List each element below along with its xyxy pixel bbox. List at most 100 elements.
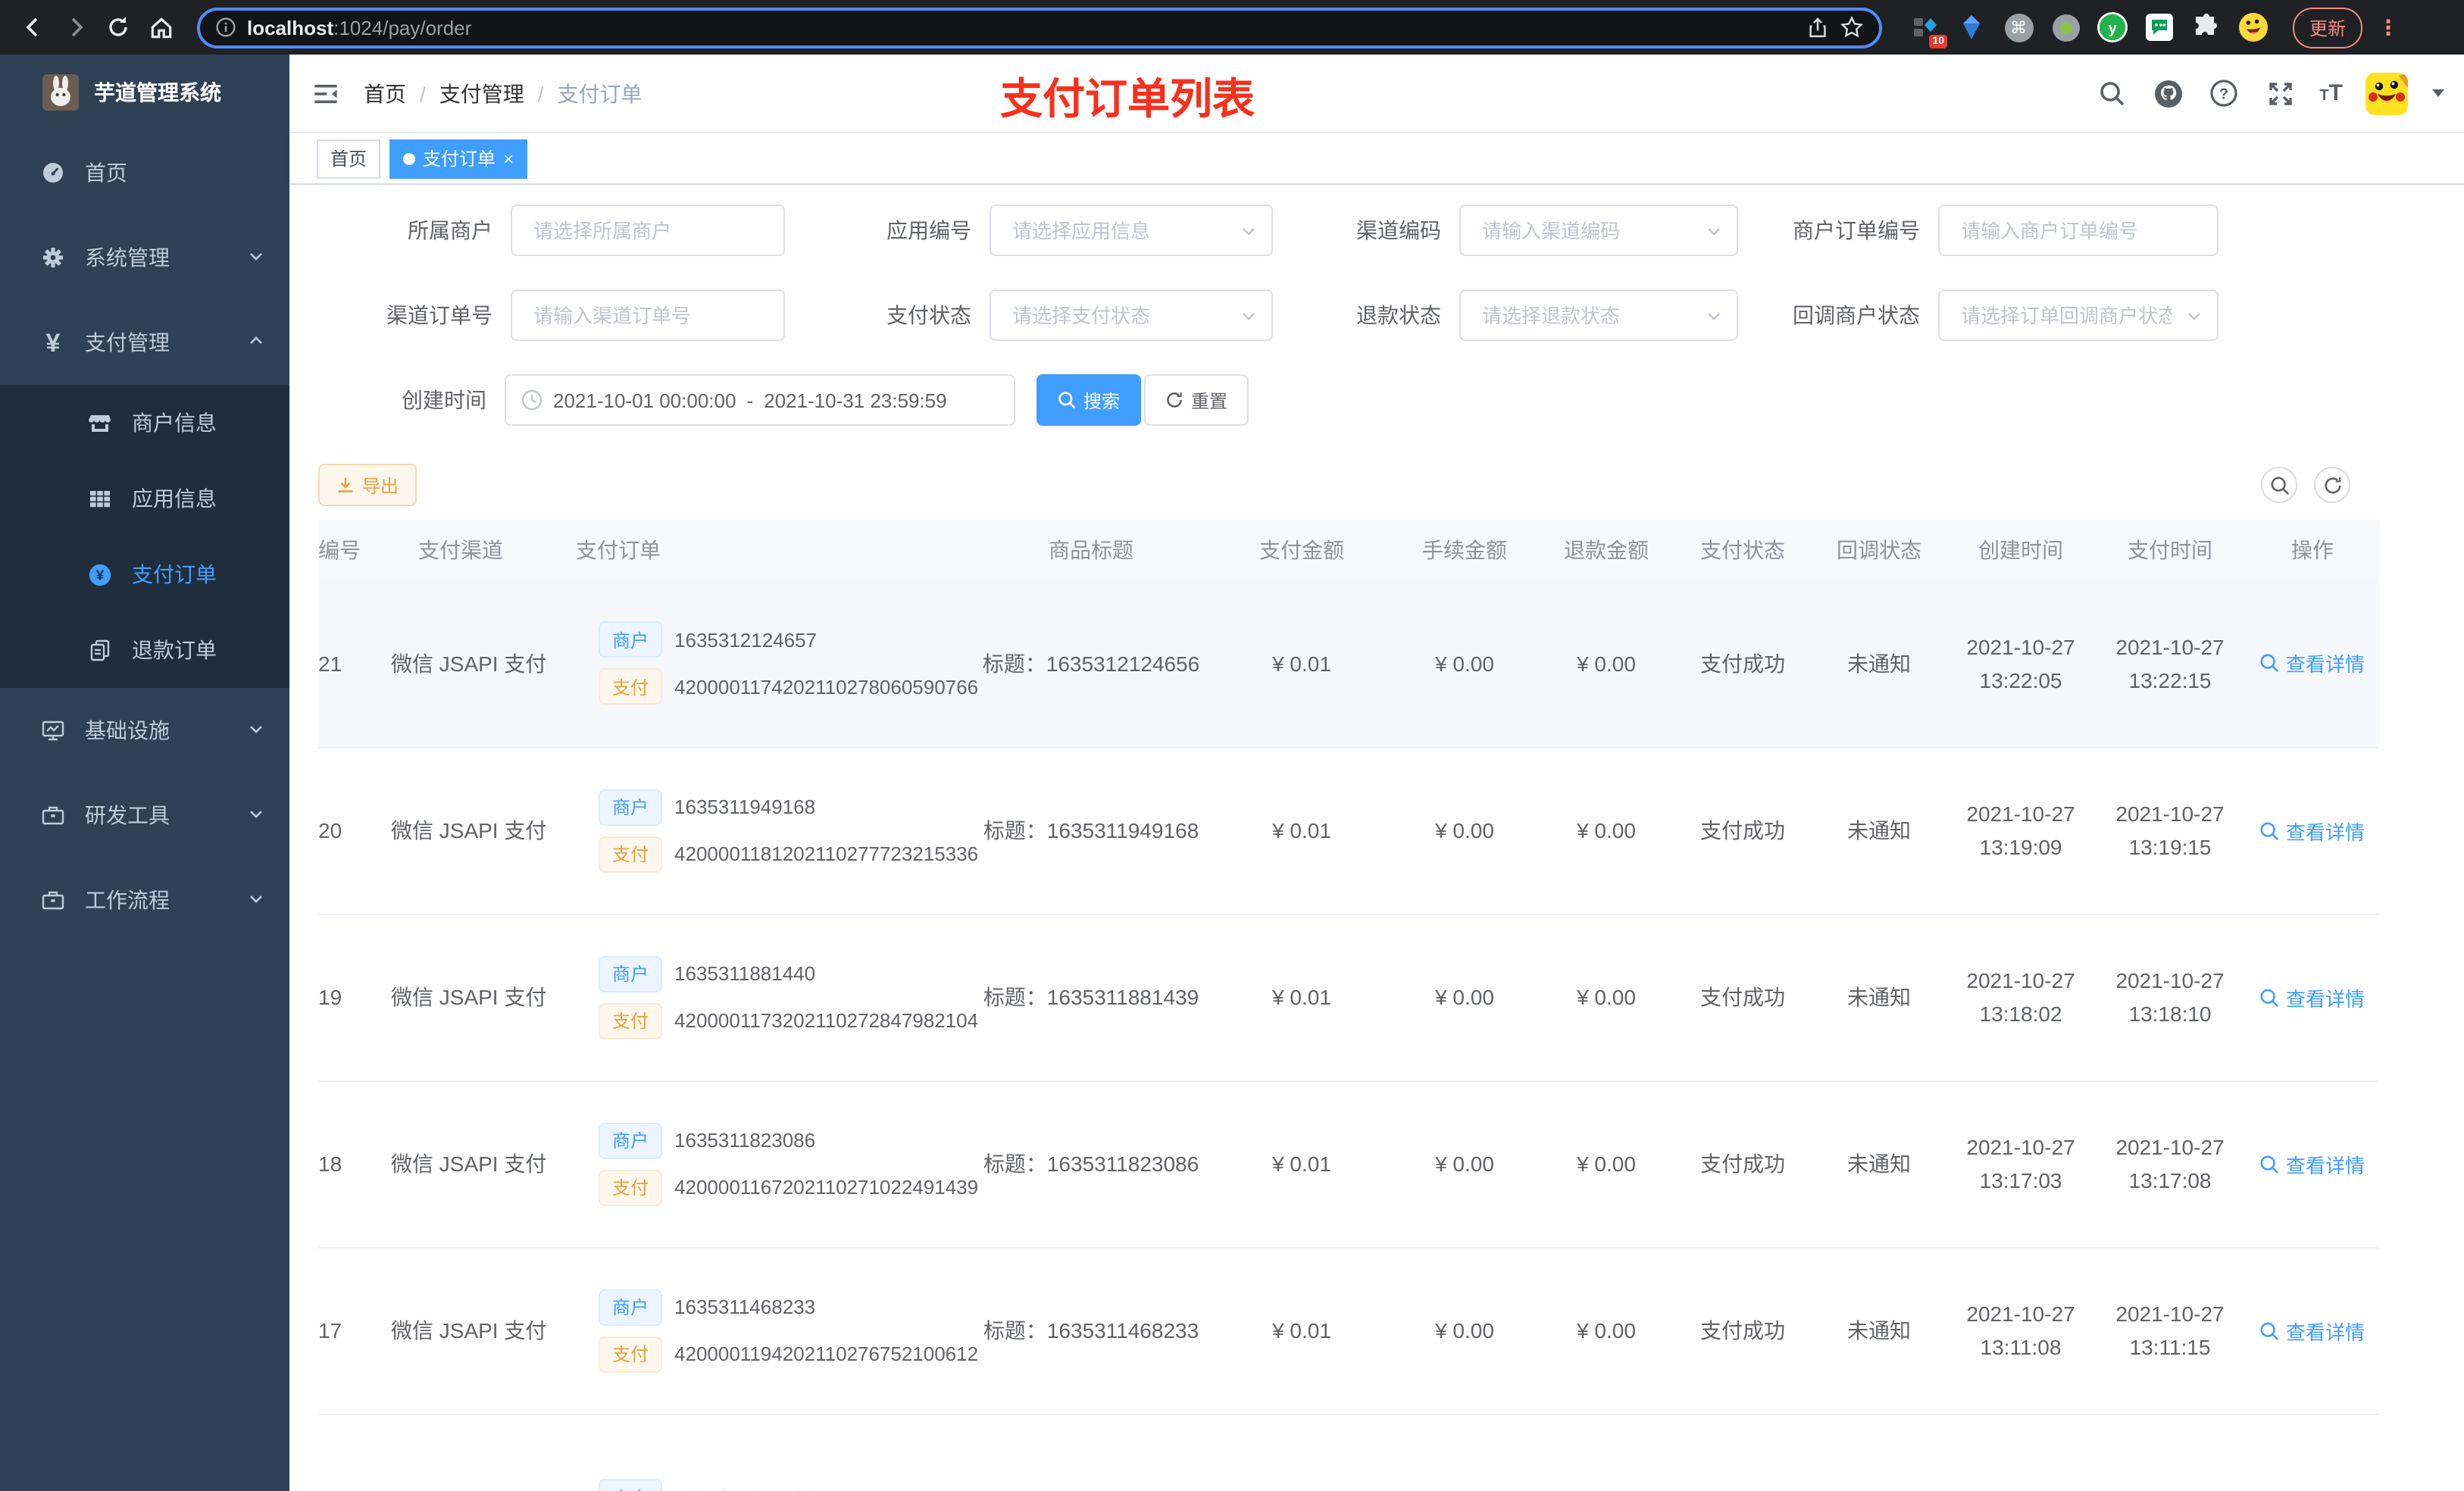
filter-channel-order-no: 渠道订单号 xyxy=(383,289,785,341)
extensions-puzzle-icon[interactable] xyxy=(2191,12,2222,42)
date-end: 2021-10-31 23:59:59 xyxy=(764,389,947,411)
extension-gem-icon[interactable] xyxy=(1956,12,1987,42)
breadcrumb-current: 支付订单 xyxy=(557,81,643,105)
cell-channel: 微信 JSAPI 支付 xyxy=(391,818,547,842)
view-detail-link[interactable]: 查看详情 xyxy=(2260,1316,2365,1345)
fullscreen-icon[interactable] xyxy=(2263,77,2297,110)
svg-text:¥: ¥ xyxy=(96,567,105,583)
date-range-picker[interactable]: 2021-10-01 00:00:00 - 2021-10-31 23:59:5… xyxy=(505,374,1015,426)
sidebar-item-home[interactable]: 首页 xyxy=(0,130,289,215)
payment-submenu: 商户信息 应用信息 ¥ 支付订单 退款订单 xyxy=(0,385,289,688)
merchant-order-no-input[interactable] xyxy=(1938,205,2219,256)
view-detail-link[interactable]: 查看详情 xyxy=(2260,816,2365,845)
app-no-select[interactable] xyxy=(990,205,1273,256)
search-button[interactable]: 搜索 xyxy=(1037,374,1142,426)
view-detail-link[interactable]: 查看详情 xyxy=(2260,649,2365,678)
user-avatar[interactable] xyxy=(2366,72,2408,114)
cell-channel xyxy=(391,1414,530,1491)
pay-tag: 支付 xyxy=(599,1336,663,1372)
filter-create-time: 创建时间 2021-10-01 00:00:00 - 2021-10-31 23… xyxy=(399,374,1015,426)
navbar-actions: ? TT xyxy=(2095,72,2446,114)
sidebar-collapse-icon[interactable] xyxy=(312,80,339,107)
dashboard-icon xyxy=(41,161,65,185)
sidebar-item-label: 首页 xyxy=(85,161,127,185)
extension-recorder-icon[interactable] xyxy=(2050,12,2081,42)
export-button[interactable]: 导出 xyxy=(318,464,417,506)
column-header: 商品标题 xyxy=(1049,538,1134,562)
sidebar-item-workflow[interactable]: 工作流程 xyxy=(0,858,289,942)
refund-status-select[interactable] xyxy=(1459,289,1738,341)
date-start: 2021-10-01 00:00:00 xyxy=(553,389,736,411)
channel-order-no-input[interactable] xyxy=(511,289,785,341)
chevron-down-icon xyxy=(247,718,265,742)
breadcrumb-pay-manage[interactable]: 支付管理 xyxy=(439,78,524,108)
cell-create-time: 2021-10-27 13:22:05 xyxy=(1966,634,2075,692)
extension-workspace-icon[interactable]: 10 xyxy=(1909,12,1947,48)
reset-button[interactable]: 重置 xyxy=(1144,374,1249,426)
avatar-caret-icon[interactable] xyxy=(2431,80,2446,107)
sidebar-item-app-info[interactable]: 应用信息 xyxy=(0,461,289,536)
refresh-table-button[interactable] xyxy=(2314,467,2350,503)
cell-notify-status: 未通知 xyxy=(1847,985,1911,1009)
sidebar-item-infrastructure[interactable]: 基础设施 xyxy=(0,688,289,773)
profile-emoji-avatar[interactable] xyxy=(2238,12,2269,42)
extension-command-icon[interactable]: ⌘ xyxy=(2003,12,2034,42)
channel-code-select[interactable] xyxy=(1459,205,1738,256)
pay-status-select[interactable] xyxy=(990,289,1273,341)
sidebar-item-label: 基础设施 xyxy=(85,718,170,742)
cell-create-time: 2021-10-27 13:19:09 xyxy=(1966,802,2075,859)
cell-pay-order: 商户 1635311251736 xyxy=(530,1414,970,1491)
address-bar[interactable]: localhost :1024/pay/order xyxy=(197,7,1882,48)
browser-forward-icon[interactable] xyxy=(58,9,94,45)
cell-channel: 微信 JSAPI 支付 xyxy=(391,651,547,676)
cell-pay-time xyxy=(2094,1414,2246,1491)
sidebar-item-payment[interactable]: ¥ 支付管理 xyxy=(0,300,289,385)
tab-close-icon[interactable]: × xyxy=(503,149,514,167)
bookmark-star-icon[interactable] xyxy=(1840,15,1864,39)
notify-status-select[interactable] xyxy=(1938,289,2219,341)
cell-action: 查看详情 xyxy=(2246,1080,2379,1247)
tab-pay-order[interactable]: 支付订单 × xyxy=(389,139,528,178)
table-row: 商户 1635311251736 xyxy=(318,1414,2379,1491)
sidebar-item-refund-order[interactable]: 退款订单 xyxy=(0,612,289,688)
sidebar-item-system[interactable]: 系统管理 xyxy=(0,215,289,300)
merchant-tag: 商户 xyxy=(599,1479,663,1491)
browser-reload-icon[interactable] xyxy=(100,9,136,45)
browser-home-icon[interactable] xyxy=(142,9,179,45)
extension-chat-icon[interactable] xyxy=(2144,12,2175,42)
order-table-head-row: 编号 支付渠道 支付订单 商品标题 支付金额 手续金额 退款金额 支付状态 回调状态 创建时间 支付… xyxy=(318,520,2379,580)
cell-notify-status xyxy=(1811,1414,1947,1491)
column-header: 手续金额 xyxy=(1422,538,1507,562)
search-icon[interactable] xyxy=(2095,77,2128,110)
font-size-icon[interactable]: TT xyxy=(2319,80,2343,107)
sidebar-menu: 首页 系统管理 ¥ 支付管理 商户信息 应用信息 ¥ 支付订单 退款订单 基础设… xyxy=(0,130,289,942)
extension-y-icon[interactable]: y xyxy=(2097,12,2128,42)
cell-fee: ¥ 0.00 xyxy=(1435,985,1494,1009)
sidebar-item-merchant-info[interactable]: 商户信息 xyxy=(0,385,289,461)
merchant-input[interactable] xyxy=(511,205,785,256)
filter-label: 渠道编码 xyxy=(1356,218,1441,242)
browser-menu-icon[interactable]: ⋮ xyxy=(2378,14,2399,40)
show-search-toggle[interactable] xyxy=(2261,467,2297,503)
browser-update-button[interactable]: 更新 xyxy=(2293,7,2363,48)
url-path: :1024/pay/order xyxy=(333,16,472,39)
sidebar-item-dev-tools[interactable]: 研发工具 xyxy=(0,773,289,858)
search-icon xyxy=(2261,988,2280,1007)
cell-id: 20 xyxy=(318,818,342,842)
site-info-icon[interactable] xyxy=(215,17,236,38)
share-icon[interactable] xyxy=(1806,16,1829,39)
cell-action: 查看详情 xyxy=(2246,914,2379,1080)
sidebar-item-pay-order[interactable]: ¥ 支付订单 xyxy=(0,536,289,612)
view-detail-link[interactable]: 查看详情 xyxy=(2260,1149,2365,1178)
cell-channel: 微信 JSAPI 支付 xyxy=(391,985,547,1009)
github-icon[interactable] xyxy=(2151,77,2184,110)
help-icon[interactable]: ? xyxy=(2207,77,2240,110)
cell-pay-status: 支付成功 xyxy=(1700,651,1785,676)
tab-home[interactable]: 首页 xyxy=(317,139,381,178)
merchant-tag: 商户 xyxy=(599,789,663,825)
breadcrumb-home[interactable]: 首页 xyxy=(364,78,406,108)
cell-notify-status: 未通知 xyxy=(1847,818,1911,842)
cell-title: 标题：1635311468233 xyxy=(983,1318,1199,1343)
view-detail-link[interactable]: 查看详情 xyxy=(2260,983,2365,1011)
browser-back-icon[interactable] xyxy=(15,9,52,45)
